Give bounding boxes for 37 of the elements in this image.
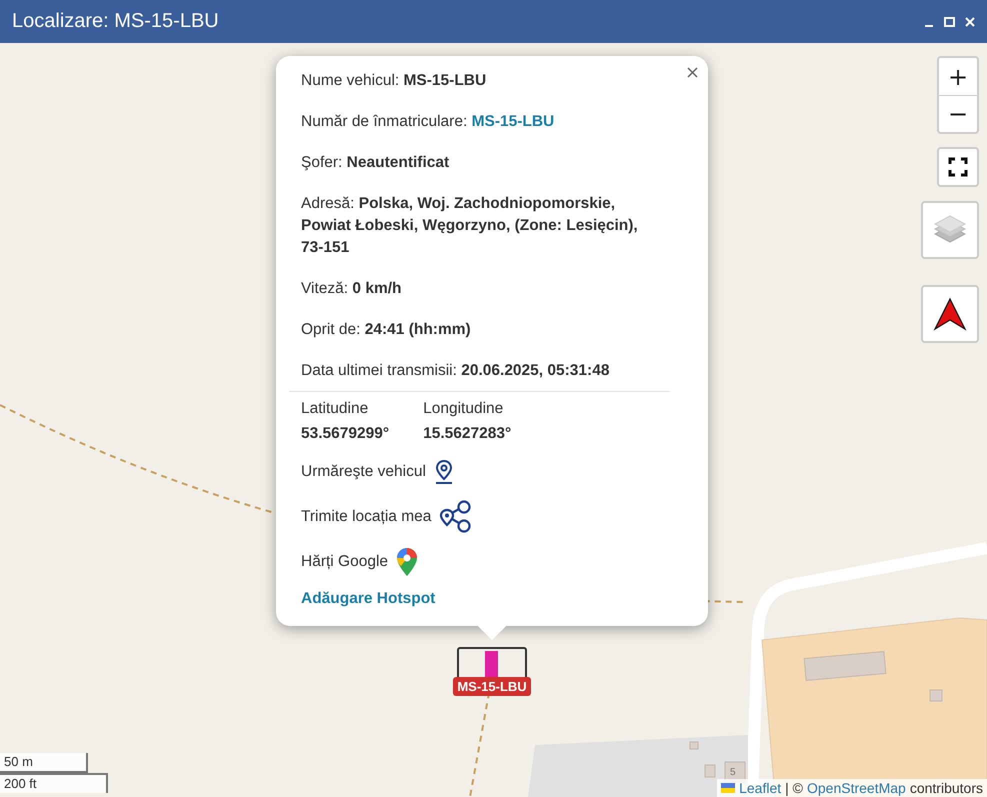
coordinate-label: Longitudine	[423, 400, 504, 418]
fullscreen-icon	[948, 157, 968, 177]
building-shape	[690, 742, 698, 750]
coordinate-value: 15.5627283°	[423, 425, 512, 443]
flag-icon	[721, 783, 736, 793]
info-line: Data ultimei transmisii: 20.06.2025, 05:31:48	[301, 361, 610, 381]
info-line: Număr de înmatriculare: MS-15-LBU	[301, 112, 556, 132]
north-arrow-icon	[933, 297, 967, 331]
info-line: Nume vehicul: MS-15-LBU	[301, 71, 488, 91]
compass-button[interactable]	[921, 285, 979, 343]
scale-bar: 200 ft	[0, 773, 108, 793]
building-shape	[930, 690, 942, 702]
info-line: Şofer: Neautentificat	[301, 153, 450, 173]
add-hotspot-link[interactable]: Adăugare Hotspot	[301, 590, 658, 608]
maximize-icon[interactable]	[944, 16, 955, 26]
close-icon[interactable]	[687, 67, 698, 78]
coordinate-value: 53.5679299°	[301, 425, 390, 443]
attribution-text: | ©	[785, 780, 803, 796]
share-location-icon	[439, 500, 474, 534]
fullscreen-button[interactable]	[937, 147, 979, 187]
building-shape	[704, 764, 716, 778]
scale-bar: 50 m	[0, 753, 88, 773]
openstreetmap-link[interactable]: OpenStreetMap	[807, 780, 906, 796]
info-line: Oprit de: 24:41 (hh:mm)	[301, 320, 472, 340]
leaflet-link[interactable]: Leaflet	[739, 780, 782, 796]
info-line: Adresă: Polska, Woj. Zachodniopomorskie, Powiat Łobeski, Węgorzyno, (Zone: Lesięcin), 73-151	[301, 194, 639, 258]
window-title: Localizare: MS-15-LBU	[12, 10, 219, 33]
action-link[interactable]: Urmăreşte vehicul	[301, 455, 658, 489]
house-number-label: 5	[730, 767, 736, 778]
info-line: Viteză: 0 km/h	[301, 279, 403, 299]
action-link[interactable]: Hărți Google	[301, 545, 658, 579]
attribution-text: contributors	[910, 780, 983, 796]
map-pin-icon	[396, 547, 418, 577]
action-link[interactable]: Trimite locația mea	[301, 500, 658, 534]
coordinate-label: Latitudine	[301, 400, 370, 418]
vehicle-label: MS-15-LBU	[453, 677, 531, 696]
location-pin-icon	[434, 459, 454, 485]
